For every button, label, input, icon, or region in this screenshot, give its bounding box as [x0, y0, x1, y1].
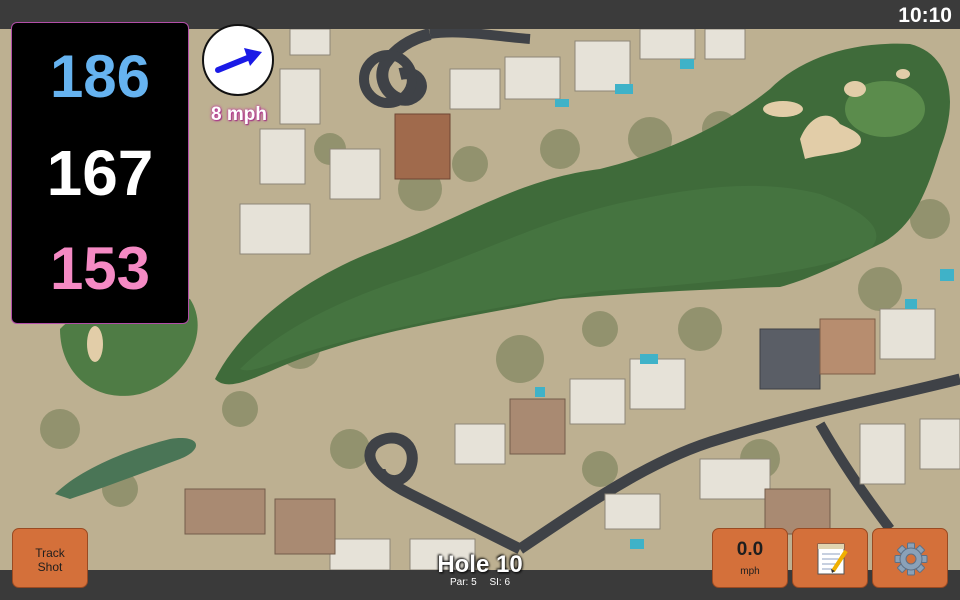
hole-info: Par: 5 SI: 6 — [380, 577, 580, 588]
wind-speed: 8 mph — [211, 104, 267, 125]
settings-button[interactable] — [872, 528, 948, 588]
arrow-east-icon — [215, 48, 262, 73]
speed-button[interactable]: 0.0 mph — [712, 528, 788, 588]
track-shot-button[interactable]: Track Shot — [12, 528, 88, 588]
hole-title: Hole 10 — [437, 551, 523, 578]
notepad-icon — [817, 543, 848, 575]
hole-stroke-index: SI: 6 — [489, 577, 511, 588]
notes-button[interactable] — [792, 528, 868, 588]
speed-value: 0.0 — [736, 539, 764, 560]
wind-direction-indicator — [202, 24, 274, 96]
back-distance: 186 — [49, 43, 151, 110]
middle-distance: 167 — [46, 137, 154, 209]
distance-panel: 186 167 153 — [11, 22, 189, 324]
clock-time: 10:10 — [898, 4, 952, 27]
front-distance: 153 — [49, 235, 151, 302]
speed-unit: mph — [740, 566, 760, 577]
hole-par: Par: 5 — [449, 577, 477, 588]
gear-icon — [894, 542, 928, 576]
track-shot-label-line2: Shot — [37, 560, 63, 574]
track-shot-label-line1: Track — [35, 546, 65, 560]
